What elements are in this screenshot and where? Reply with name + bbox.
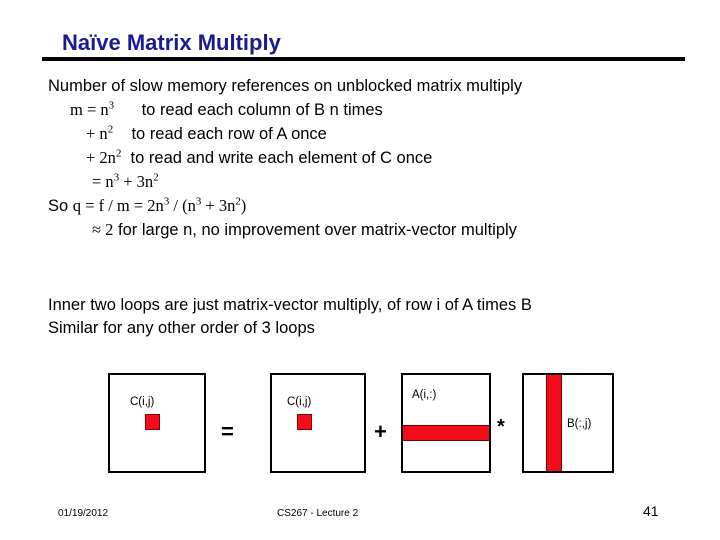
highlight-element-c-operand (297, 414, 312, 430)
slide: Naïve Matrix Multiply Number of slow mem… (0, 0, 720, 540)
matrix-label-a-operand: A(i,:) (412, 389, 437, 401)
footer-page-number: 41 (643, 503, 659, 519)
operator-times: * (497, 416, 505, 438)
matrix-label-b-operand: B(:,j) (567, 418, 592, 430)
highlight-column-b-operand (546, 375, 562, 471)
operator-equals: = (221, 419, 234, 444)
matrix-box-a-operand (401, 373, 491, 473)
matrix-label-c-operand: C(i,j) (287, 396, 312, 408)
highlight-element-c-result (145, 414, 160, 430)
matrix-multiply-diagram: C(i,j) = C(i,j) + A(i,:) * B(:,j) (0, 0, 720, 540)
matrix-box-c-operand (270, 373, 366, 473)
footer-course: CS267 - Lecture 2 (277, 508, 359, 519)
footer-date: 01/19/2012 (58, 508, 109, 519)
highlight-row-a-operand (403, 425, 489, 441)
operator-plus: + (374, 419, 387, 444)
matrix-label-c-result: C(i,j) (130, 396, 155, 408)
